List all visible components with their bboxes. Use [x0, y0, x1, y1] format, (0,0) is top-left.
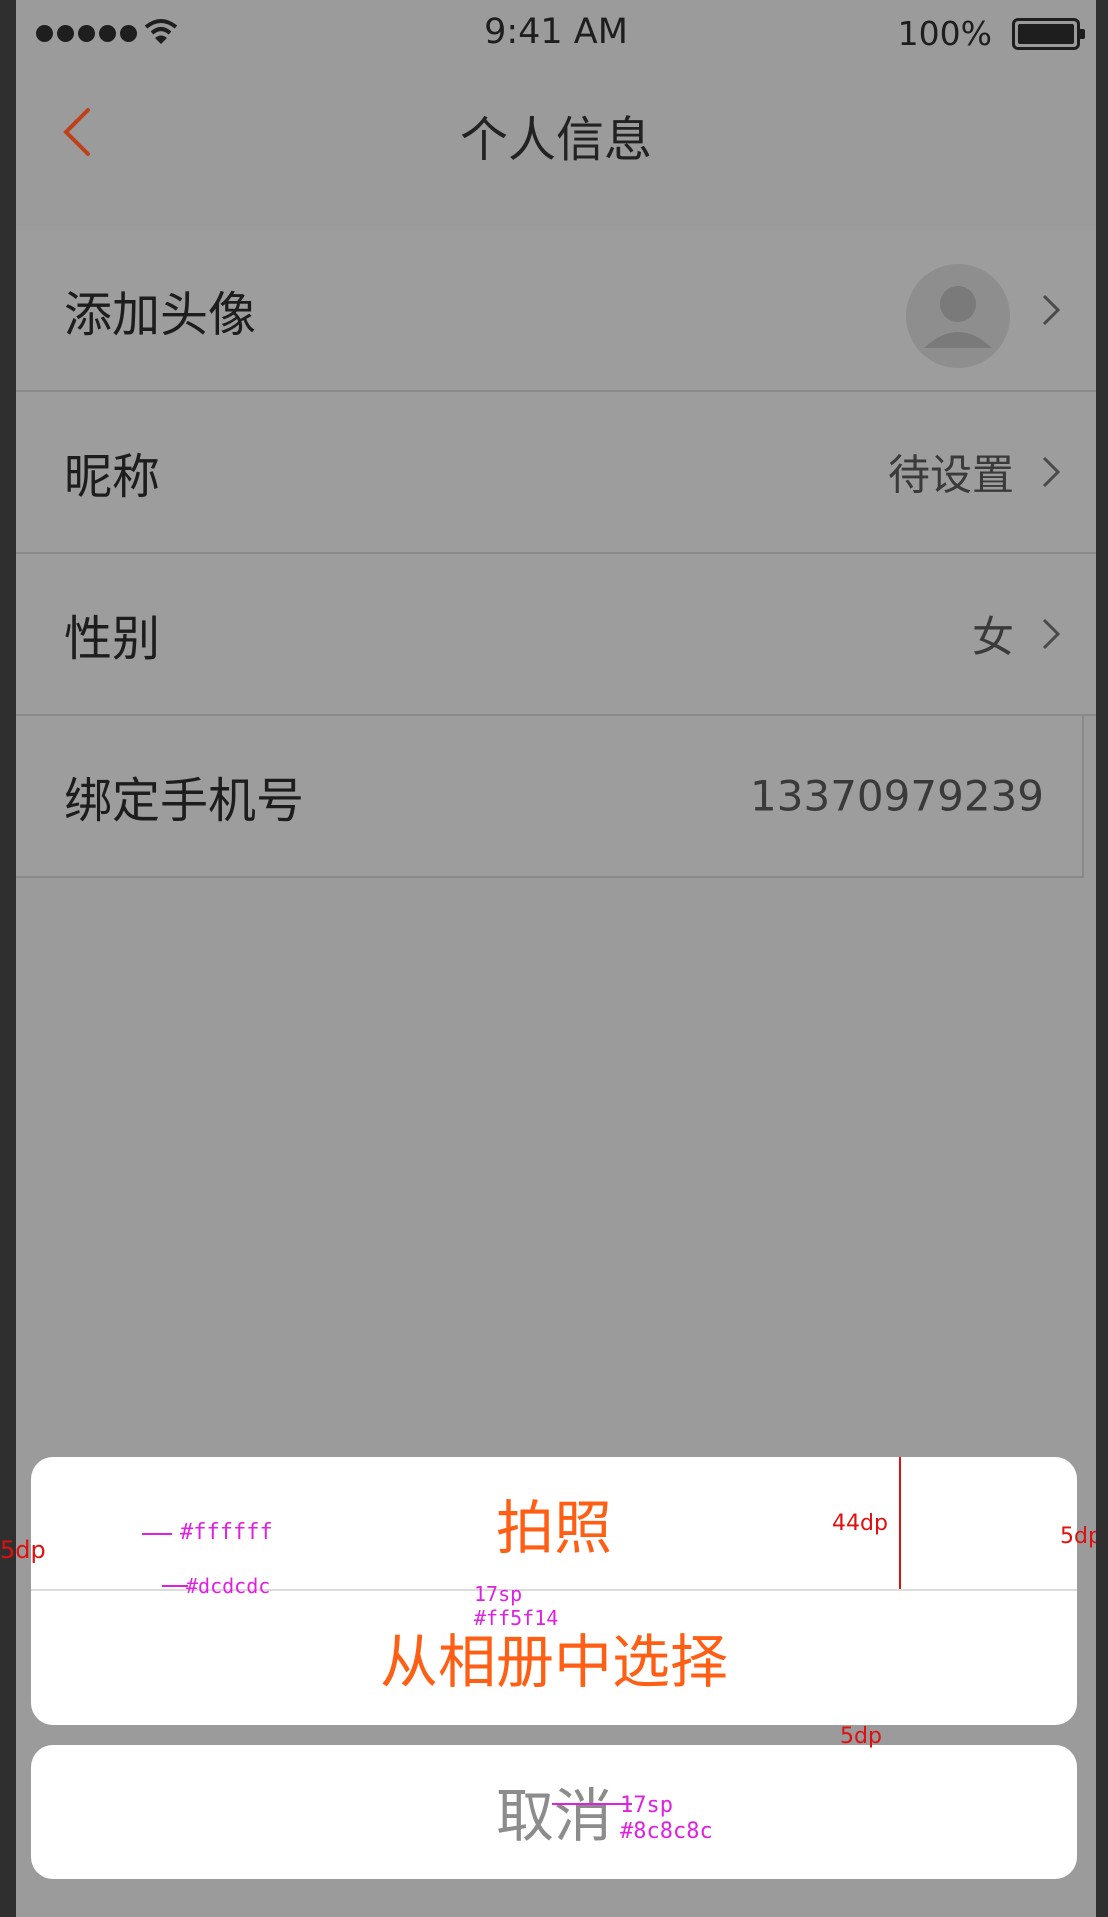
chevron-right-icon [1042, 294, 1061, 326]
status-bar: 9:41 AM 100% [16, 0, 1096, 70]
cancel-button[interactable]: 取消 [31, 1745, 1077, 1877]
cancel-sheet: 取消 [31, 1745, 1077, 1879]
annotation-cancel-font: 17sp [620, 1793, 673, 1818]
battery-icon [1012, 18, 1085, 50]
annotation-btn-color: #ff5f14 [474, 1606, 559, 1630]
annotation-btn-font: 17sp [474, 1582, 523, 1606]
nav-bar: 个人信息 [16, 70, 1096, 202]
annotation-gap-mid: 5dp [840, 1724, 882, 1749]
row-phone[interactable]: 绑定手机号 13370979239 [16, 716, 1084, 878]
chevron-right-icon [1042, 618, 1061, 650]
row-value: 女 [971, 612, 1014, 662]
row-nickname[interactable]: 昵称 待设置 [16, 392, 1096, 554]
row-label: 添加头像 [64, 287, 257, 343]
row-label: 绑定手机号 [64, 773, 305, 829]
row-label: 性别 [64, 611, 161, 667]
row-avatar[interactable]: 添加头像 [16, 230, 1096, 392]
annotation-line [162, 1585, 188, 1587]
phone-screen: 9:41 AM 100% 个人信息 添加头像 昵称 待设置 性别 女 绑定手机号… [16, 0, 1096, 1917]
annotation-gap-right: 5dp [1060, 1524, 1096, 1549]
row-gender[interactable]: 性别 女 [16, 554, 1096, 716]
annotation-divider-color: #dcdcdc [186, 1574, 271, 1598]
row-value: 13370979239 [750, 771, 1044, 821]
row-value: 待设置 [887, 450, 1014, 500]
annotation-height-line [899, 1457, 901, 1589]
annotation-line [142, 1533, 172, 1535]
annotation-gap-left: 5dp [0, 1536, 46, 1564]
page-title: 个人信息 [459, 112, 652, 168]
annotation-cancel-color: #8c8c8c [620, 1819, 713, 1844]
annotation-height: 44dp [832, 1511, 888, 1536]
battery-percent: 100% [897, 14, 992, 53]
chevron-right-icon [1042, 456, 1061, 488]
annotation-bg-color: #ffffff [180, 1520, 273, 1545]
row-label: 昵称 [64, 449, 161, 505]
avatar-icon [906, 264, 1010, 368]
